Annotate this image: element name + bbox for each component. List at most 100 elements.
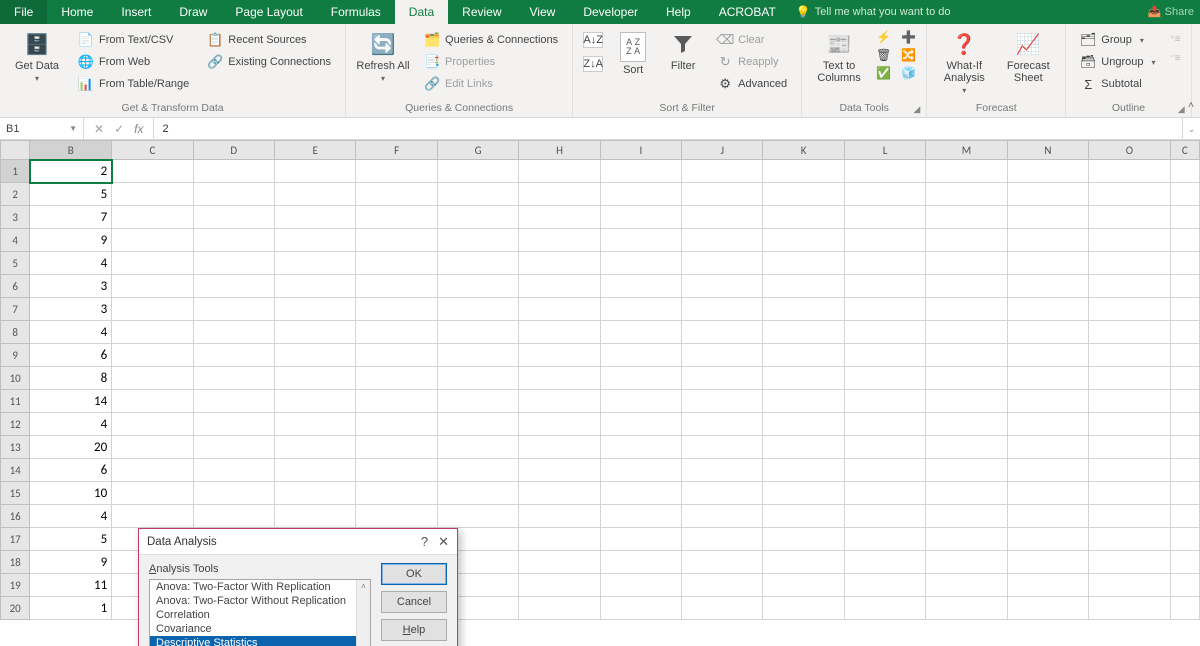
cell[interactable]: 10 (30, 482, 112, 505)
from-web-button[interactable]: 🌐From Web (74, 52, 193, 72)
cell[interactable] (844, 390, 925, 413)
cell[interactable] (600, 482, 681, 505)
help-icon[interactable]: ? (421, 534, 428, 550)
cell[interactable] (112, 367, 193, 390)
cell[interactable] (682, 321, 763, 344)
cell[interactable] (519, 160, 600, 183)
cell[interactable] (844, 367, 925, 390)
cell[interactable] (682, 344, 763, 367)
cell[interactable] (1089, 229, 1170, 252)
expand-formula-bar-icon[interactable]: ⌄ (1182, 118, 1200, 139)
cell[interactable] (763, 183, 844, 206)
cell[interactable] (682, 413, 763, 436)
cell[interactable] (356, 436, 437, 459)
cell[interactable] (1089, 160, 1170, 183)
group-button[interactable]: 🗂Group▾ (1076, 30, 1159, 50)
cell[interactable] (763, 160, 844, 183)
relationships-icon[interactable]: 🔀 (901, 48, 916, 62)
cell[interactable] (1089, 206, 1170, 229)
column-header[interactable]: B (30, 141, 112, 160)
cell[interactable] (112, 344, 193, 367)
cell[interactable] (926, 206, 1008, 229)
cell[interactable] (763, 505, 844, 528)
row-header[interactable]: 15 (1, 482, 30, 505)
sort-asc-button[interactable]: A↓Z (583, 30, 603, 50)
cell[interactable] (519, 367, 600, 390)
cell[interactable] (519, 252, 600, 275)
properties-button[interactable]: 📑Properties (420, 52, 562, 72)
formula-input[interactable]: 2 (154, 123, 1182, 135)
share-button[interactable]: 📤 Share (1148, 0, 1194, 24)
tab-view[interactable]: View (516, 0, 570, 24)
cell[interactable] (926, 298, 1008, 321)
cell[interactable] (356, 298, 437, 321)
cell[interactable] (763, 436, 844, 459)
cell[interactable] (682, 436, 763, 459)
cell[interactable] (1089, 482, 1170, 505)
cell[interactable] (682, 298, 763, 321)
cell[interactable] (1007, 390, 1088, 413)
cell[interactable] (437, 505, 518, 528)
tell-me-search[interactable]: 💡 Tell me what you want to do (796, 0, 951, 24)
cell[interactable] (437, 344, 518, 367)
cell[interactable] (193, 298, 274, 321)
cell[interactable] (437, 413, 518, 436)
cell[interactable] (1007, 298, 1088, 321)
cell[interactable] (519, 482, 600, 505)
cell[interactable] (193, 344, 274, 367)
cell[interactable]: 20 (30, 436, 112, 459)
cell[interactable] (682, 574, 763, 597)
cell[interactable] (600, 252, 681, 275)
scroll-up-icon[interactable]: ˄ (361, 582, 366, 591)
from-table-range-button[interactable]: 📊From Table/Range (74, 74, 193, 94)
cell[interactable] (519, 298, 600, 321)
cell[interactable] (844, 229, 925, 252)
cell[interactable] (356, 367, 437, 390)
cell[interactable] (926, 275, 1008, 298)
cell[interactable] (1089, 597, 1170, 620)
cell[interactable] (600, 275, 681, 298)
list-item[interactable]: Anova: Two-Factor With Replication (150, 580, 370, 594)
cell[interactable] (600, 321, 681, 344)
cell[interactable] (1007, 344, 1088, 367)
cell[interactable] (275, 367, 356, 390)
cell[interactable]: 6 (30, 459, 112, 482)
cell[interactable] (763, 206, 844, 229)
cell[interactable] (437, 321, 518, 344)
cell[interactable] (844, 321, 925, 344)
filter-button[interactable]: Filter (663, 28, 703, 72)
cell[interactable] (1089, 344, 1170, 367)
cell[interactable] (1089, 574, 1170, 597)
cell[interactable] (112, 160, 193, 183)
cell[interactable] (763, 390, 844, 413)
cell[interactable] (763, 252, 844, 275)
row-header[interactable]: 6 (1, 275, 30, 298)
cell[interactable]: 8 (30, 367, 112, 390)
cell[interactable] (926, 528, 1008, 551)
queries-connections-button[interactable]: 🗂️Queries & Connections (420, 30, 562, 50)
cell[interactable] (682, 160, 763, 183)
cell[interactable] (682, 528, 763, 551)
cell[interactable] (600, 505, 681, 528)
cell[interactable] (275, 482, 356, 505)
cell[interactable] (844, 298, 925, 321)
row-header[interactable]: 18 (1, 551, 30, 574)
column-header[interactable]: N (1007, 141, 1088, 160)
cell[interactable] (844, 528, 925, 551)
row-header[interactable]: 9 (1, 344, 30, 367)
cell[interactable] (1007, 459, 1088, 482)
list-item[interactable]: Anova: Two-Factor Without Replication (150, 594, 370, 608)
cell[interactable] (1170, 183, 1199, 206)
cell[interactable] (1089, 298, 1170, 321)
cell[interactable] (600, 528, 681, 551)
list-item[interactable]: Correlation (150, 608, 370, 622)
cell[interactable] (193, 321, 274, 344)
cell[interactable]: 2 (30, 160, 112, 183)
cell[interactable] (275, 459, 356, 482)
cell[interactable] (1089, 275, 1170, 298)
row-header[interactable]: 10 (1, 367, 30, 390)
tab-insert[interactable]: Insert (107, 0, 165, 24)
cell[interactable] (1007, 321, 1088, 344)
cell[interactable] (112, 275, 193, 298)
dialog-launcher-icon[interactable]: ◢ (1178, 104, 1185, 115)
